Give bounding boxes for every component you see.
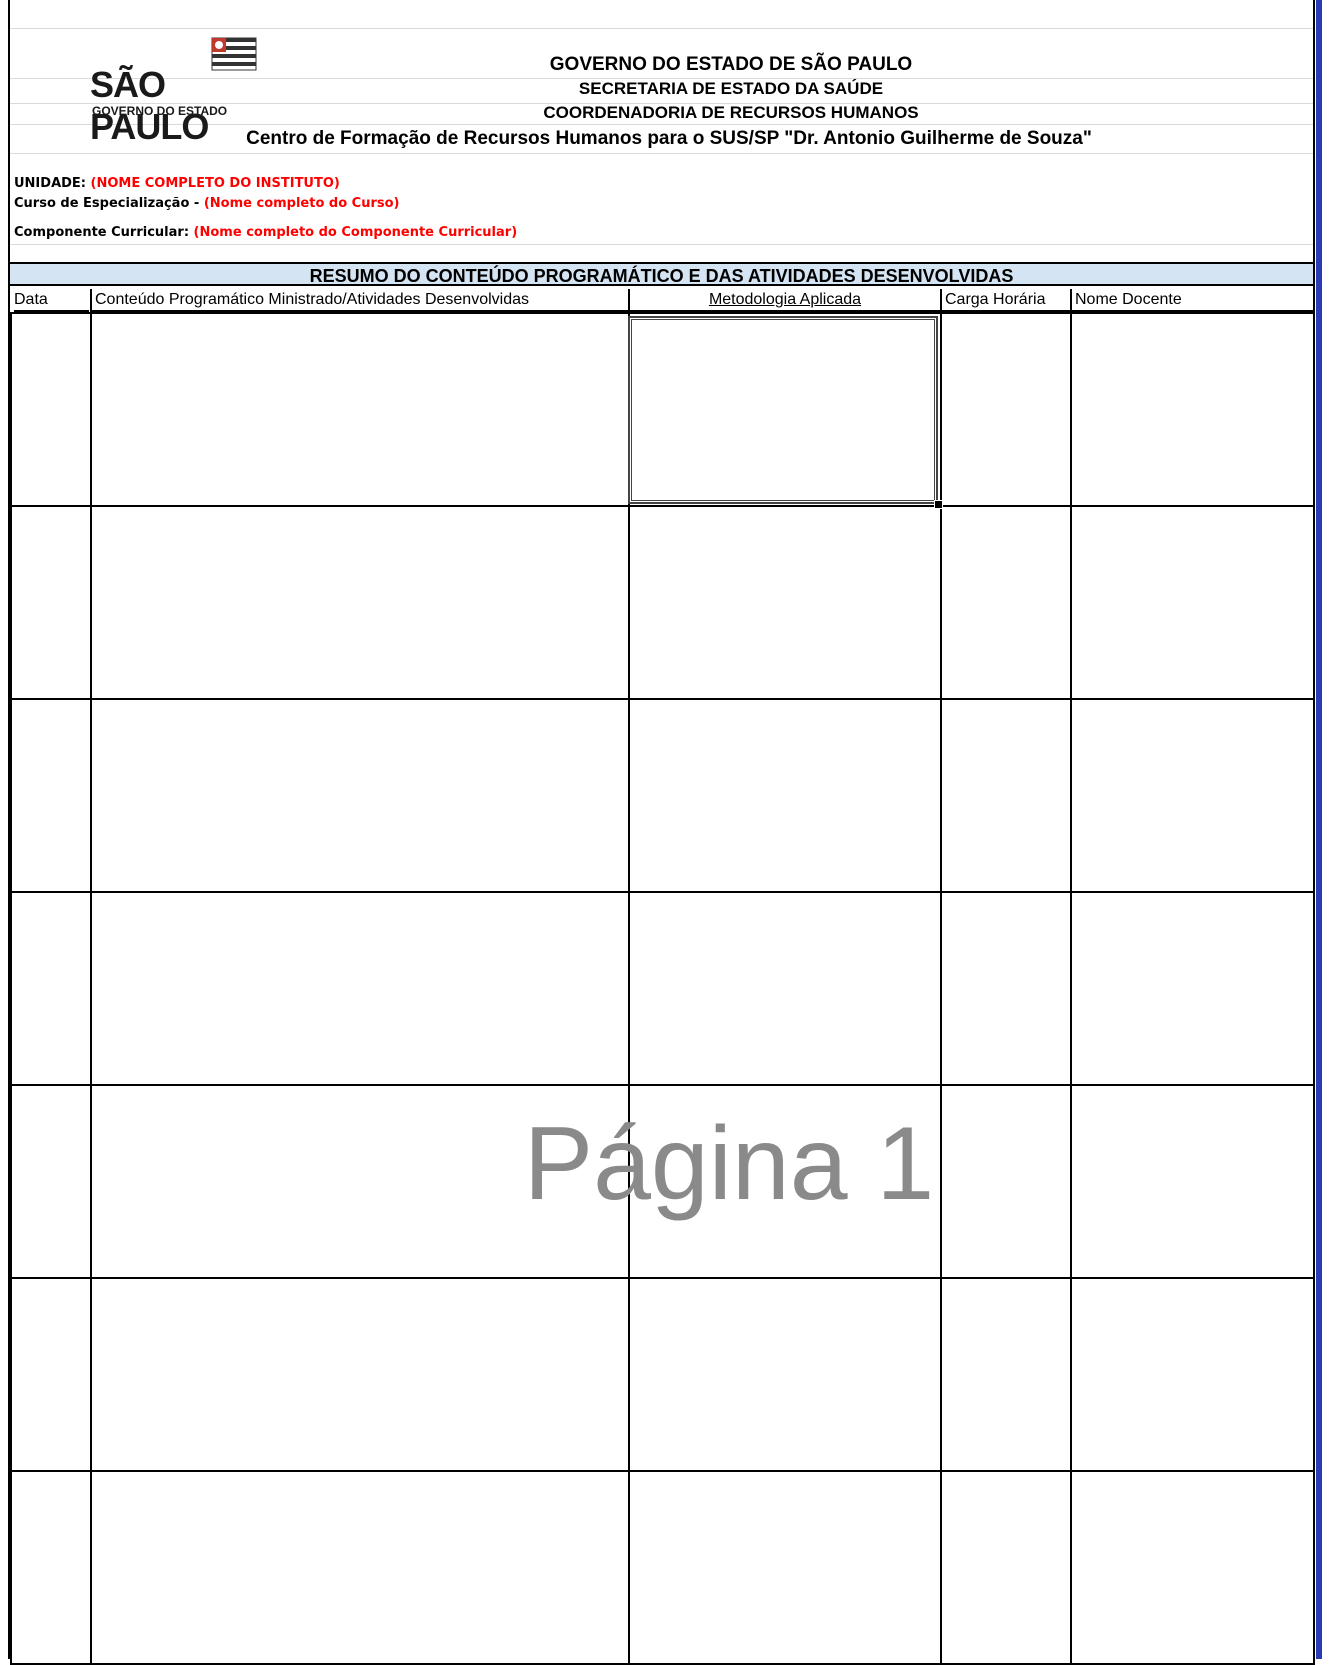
cell-metodologia[interactable] (628, 1470, 942, 1665)
cell-metodologia[interactable] (628, 891, 942, 1086)
cell-docente[interactable] (1070, 1277, 1315, 1472)
cell-data[interactable] (10, 505, 92, 700)
content-grid (10, 312, 1315, 1665)
table-row (10, 891, 1315, 1086)
column-header-data[interactable]: Data (14, 289, 89, 312)
table-row (10, 505, 1315, 700)
cell-conteudo[interactable] (90, 1470, 630, 1665)
componente-row[interactable]: Componente Curricular: (Nome completo do… (14, 225, 517, 240)
cell-carga[interactable] (940, 505, 1072, 700)
gridline (10, 153, 1313, 154)
cell-metodologia[interactable] (628, 1277, 942, 1472)
gridline (10, 28, 1313, 29)
cell-conteudo[interactable] (90, 312, 630, 507)
componente-label: Componente Curricular: (14, 225, 190, 240)
cell-data[interactable] (10, 312, 92, 507)
cell-data[interactable] (10, 891, 92, 1086)
unidade-value: (NOME COMPLETO DO INSTITUTO) (90, 176, 340, 191)
cell-conteudo[interactable] (90, 1277, 630, 1472)
table-row (10, 1277, 1315, 1472)
curso-value: (Nome completo do Curso) (203, 196, 400, 211)
componente-value: (Nome completo do Componente Curricular) (193, 225, 518, 240)
cell-data[interactable] (10, 698, 92, 893)
cell-carga[interactable] (940, 698, 1072, 893)
page-watermark: Página 1 (523, 1106, 935, 1222)
cell-docente[interactable] (1070, 891, 1315, 1086)
curso-label: Curso de Especialização - (14, 196, 200, 211)
cell-carga[interactable] (940, 1277, 1072, 1472)
cell-docente[interactable] (1070, 312, 1315, 507)
vertical-page-break-bar[interactable] (1316, 0, 1322, 1659)
selected-cell-outline[interactable] (628, 316, 938, 504)
spreadsheet-page: SÃO PAULO GOVERNO DO ESTADO GOVERNO DO E… (0, 0, 1338, 1665)
column-header-conteudo[interactable]: Conteúdo Programático Ministrado/Ativida… (90, 289, 628, 312)
header-line-4: Centro de Formação de Recursos Humanos p… (246, 128, 1092, 149)
cell-data[interactable] (10, 1277, 92, 1472)
unidade-row[interactable]: UNIDADE: (NOME COMPLETO DO INSTITUTO) (14, 176, 340, 191)
column-header-metodologia[interactable]: Metodologia Aplicada (628, 289, 940, 312)
cell-docente[interactable] (1070, 698, 1315, 893)
summary-title-bar[interactable]: RESUMO DO CONTEÚDO PROGRAMÁTICO E DAS AT… (10, 262, 1313, 286)
cell-docente[interactable] (1070, 1470, 1315, 1665)
header-line-2: SECRETARIA DE ESTADO DA SAÚDE (578, 79, 884, 98)
cell-metodologia[interactable] (628, 698, 942, 893)
gridline (10, 244, 1313, 245)
unidade-label: UNIDADE: (14, 176, 86, 191)
column-header-docente[interactable]: Nome Docente (1070, 289, 1313, 312)
table-row (10, 698, 1315, 893)
cell-conteudo[interactable] (90, 698, 630, 893)
cell-data[interactable] (10, 1470, 92, 1665)
cell-conteudo[interactable] (90, 891, 630, 1086)
header-line-1: GOVERNO DO ESTADO DE SÃO PAULO (549, 54, 913, 75)
fill-handle[interactable] (934, 500, 943, 509)
curso-row[interactable]: Curso de Especialização - (Nome completo… (14, 196, 400, 211)
table-row (10, 1470, 1315, 1665)
header-line-3: COORDENADORIA DE RECURSOS HUMANOS (543, 103, 919, 122)
cell-docente[interactable] (1070, 505, 1315, 700)
column-header-carga[interactable]: Carga Horária (940, 289, 1070, 312)
cell-carga[interactable] (940, 312, 1072, 507)
cell-carga[interactable] (940, 1470, 1072, 1665)
cell-metodologia[interactable] (628, 505, 942, 700)
cell-carga[interactable] (940, 891, 1072, 1086)
cell-conteudo[interactable] (90, 505, 630, 700)
